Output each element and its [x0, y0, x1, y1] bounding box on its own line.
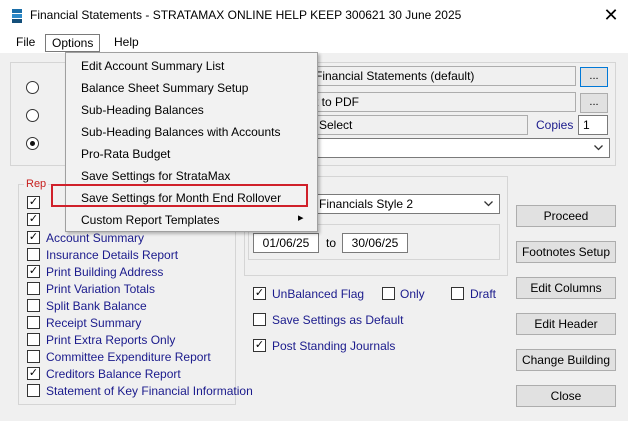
printer-value: Financial Statements (default): [315, 69, 475, 83]
label-post-standing: Post Standing Journals: [272, 339, 396, 353]
select-field[interactable]: Select: [308, 115, 528, 135]
checkbox-variation-totals[interactable]: [27, 282, 40, 295]
label-creditors-balance: Creditors Balance Report: [46, 367, 181, 381]
menu-item-custom-report-templates[interactable]: Custom Report Templates: [81, 213, 220, 227]
app-icon: [12, 9, 22, 23]
chevron-down-icon: [594, 145, 603, 151]
label-committee-expenditure: Committee Expenditure Report: [46, 350, 211, 364]
output-radio-pdf[interactable]: [26, 109, 39, 122]
style-value: Financials Style 2: [319, 197, 414, 211]
menu-item-pro-rata-budget[interactable]: Pro-Rata Budget: [81, 147, 170, 161]
checkbox-draft[interactable]: [451, 287, 464, 300]
edit-header-button[interactable]: Edit Header: [516, 313, 616, 335]
date-to-label: to: [326, 236, 337, 250]
menu-item-sub-heading-accounts[interactable]: Sub-Heading Balances with Accounts: [81, 125, 280, 139]
menu-item-balance-sheet-setup[interactable]: Balance Sheet Summary Setup: [81, 81, 248, 95]
close-button[interactable]: Close: [516, 385, 616, 407]
checkbox-insurance-details[interactable]: [27, 248, 40, 261]
change-building-button[interactable]: Change Building: [516, 349, 616, 371]
chevron-down-icon: [484, 201, 493, 207]
label-building-address: Print Building Address: [46, 265, 164, 279]
select-value: Select: [319, 118, 353, 132]
checkbox-only[interactable]: [382, 287, 395, 300]
label-variation-totals: Print Variation Totals: [46, 282, 155, 296]
checkbox-post-standing[interactable]: ✓: [253, 339, 266, 352]
checkbox-split-bank[interactable]: [27, 299, 40, 312]
checkbox-extra-reports[interactable]: [27, 333, 40, 346]
label-save-default: Save Settings as Default: [272, 313, 404, 327]
report-checkbox-hidden-1[interactable]: ✓: [27, 196, 40, 209]
checkbox-creditors-balance[interactable]: ✓: [27, 367, 40, 380]
highlight-annotation: [51, 184, 308, 207]
printer-field[interactable]: Financial Statements (default): [308, 66, 576, 86]
checkbox-save-default[interactable]: [253, 313, 266, 326]
footnotes-setup-button[interactable]: Footnotes Setup: [516, 241, 616, 263]
menu-options[interactable]: Options: [45, 34, 101, 52]
label-draft: Draft: [470, 287, 497, 301]
checkbox-committee-expenditure[interactable]: [27, 350, 40, 363]
copies-label: Copies: [536, 118, 574, 132]
proceed-button[interactable]: Proceed: [516, 205, 616, 227]
style-dropdown[interactable]: Financials Style 2: [312, 194, 500, 214]
template-dropdown[interactable]: [308, 138, 610, 158]
label-receipt-summary: Receipt Summary: [46, 316, 142, 330]
menu-item-save-settings-stratamax[interactable]: Save Settings for StrataMax: [81, 169, 230, 183]
output-radio-print[interactable]: [26, 81, 39, 94]
report-checkbox-hidden-2[interactable]: ✓: [27, 213, 40, 226]
date-to-field[interactable]: 30/06/25: [342, 233, 408, 253]
checkbox-building-address[interactable]: ✓: [27, 265, 40, 278]
copies-value: 1: [583, 118, 590, 132]
window-title: Financial Statements - STRATAMAX ONLINE …: [30, 8, 462, 22]
label-extra-reports: Print Extra Reports Only: [46, 333, 176, 347]
checkbox-receipt-summary[interactable]: [27, 316, 40, 329]
checkbox-key-financial[interactable]: [27, 384, 40, 397]
label-only: Only: [400, 287, 425, 301]
menu-help[interactable]: Help: [108, 34, 145, 52]
date-from-field[interactable]: 01/06/25: [253, 233, 319, 253]
submenu-arrow-icon: ▸: [298, 212, 304, 224]
checkbox-account-summary[interactable]: ✓: [27, 231, 40, 244]
output-radio-select[interactable]: [26, 137, 39, 150]
menu-item-edit-account-summary[interactable]: Edit Account Summary List: [81, 59, 224, 73]
menu-file[interactable]: File: [10, 34, 41, 52]
label-key-financial: Statement of Key Financial Information: [46, 384, 253, 398]
label-split-bank: Split Bank Balance: [46, 299, 147, 313]
reports-group-label: Rep: [24, 178, 49, 190]
label-unbalanced-flag: UnBalanced Flag: [272, 287, 365, 301]
printer-browse-button[interactable]: ...: [580, 67, 608, 87]
pdf-field[interactable]: t to PDF: [308, 92, 576, 112]
copies-field[interactable]: 1: [578, 115, 608, 135]
menu-item-sub-heading-balances[interactable]: Sub-Heading Balances: [81, 103, 204, 117]
pdf-value: t to PDF: [315, 95, 360, 109]
checkbox-unbalanced-flag[interactable]: ✓: [253, 287, 266, 300]
close-window-button[interactable]: ✕: [598, 3, 624, 27]
label-account-summary: Account Summary: [46, 231, 145, 245]
edit-columns-button[interactable]: Edit Columns: [516, 277, 616, 299]
label-insurance-details: Insurance Details Report: [46, 248, 179, 262]
pdf-browse-button[interactable]: ...: [580, 93, 608, 113]
